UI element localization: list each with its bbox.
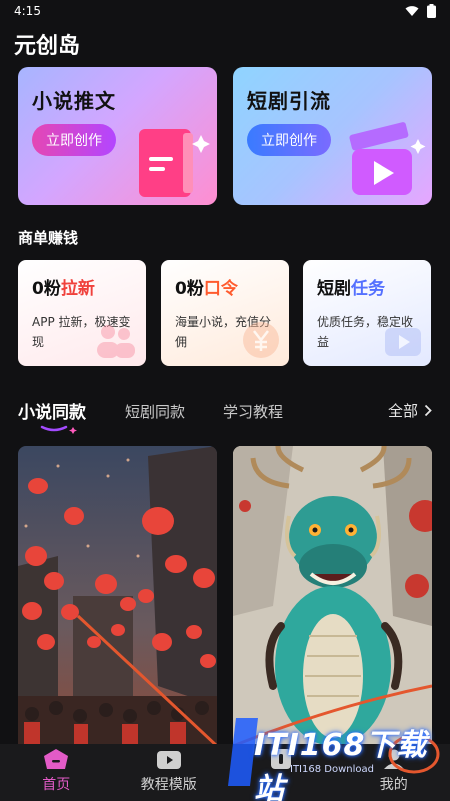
section-title: 商单赚钱 bbox=[18, 229, 79, 247]
content-tabs: 小说同款 短剧同款 学习教程 全部 bbox=[18, 398, 432, 434]
task-card-password[interactable]: 0粉口令 海量小说，充值分佣 bbox=[161, 260, 289, 366]
watermark: ITI168下载站 ITI168 Download bbox=[228, 712, 440, 801]
hero-title: 短剧引流 bbox=[247, 89, 331, 113]
tab-active-indicator bbox=[40, 425, 77, 434]
watermark-subtext: ITI168 Download bbox=[290, 764, 374, 775]
chevron-right-icon bbox=[424, 404, 432, 417]
nav-home[interactable]: 首页 bbox=[0, 744, 113, 801]
task-title: 0粉口令 bbox=[175, 279, 238, 299]
task-title: 短剧任务 bbox=[317, 279, 385, 299]
task-title: 0粉拉新 bbox=[32, 279, 95, 299]
status-bar: 4:15 bbox=[0, 0, 450, 22]
wifi-icon bbox=[405, 6, 419, 16]
watermark-text: ITI168下载站 bbox=[254, 728, 428, 801]
hero-card-short-drama[interactable]: 短剧引流 立即创作 bbox=[233, 67, 432, 205]
dragon-image bbox=[233, 446, 432, 746]
nav-tutorial-templates-label: 教程模版 bbox=[140, 777, 197, 793]
status-icons bbox=[405, 4, 436, 18]
nav-home-label: 首页 bbox=[42, 777, 71, 793]
task-card-short-drama-task[interactable]: 短剧任务 优质任务，稳定收益 bbox=[303, 260, 431, 366]
template-thumbnail-dragon[interactable] bbox=[233, 446, 432, 746]
lantern-street-image bbox=[18, 446, 217, 746]
create-now-button[interactable]: 立即创作 bbox=[247, 124, 331, 156]
status-time: 4:15 bbox=[14, 4, 41, 18]
users-icon bbox=[97, 325, 135, 358]
book-icon bbox=[139, 129, 210, 197]
tab-tutorials[interactable]: 学习教程 bbox=[223, 401, 283, 422]
yuan-coin-icon bbox=[243, 322, 279, 358]
template-thumbnail-lantern-street[interactable] bbox=[18, 446, 217, 746]
home-icon bbox=[44, 749, 69, 769]
view-all-link[interactable]: 全部 bbox=[388, 400, 432, 421]
hero-title: 小说推文 bbox=[32, 89, 116, 113]
tab-short-drama-same[interactable]: 短剧同款 bbox=[125, 401, 185, 422]
nav-tutorial-templates[interactable]: 教程模版 bbox=[113, 744, 226, 801]
clapperboard-icon bbox=[349, 122, 426, 195]
video-play-icon bbox=[385, 328, 421, 356]
task-card-pull-new[interactable]: 0粉拉新 APP 拉新，极速变现 bbox=[18, 260, 146, 366]
video-template-icon bbox=[156, 751, 181, 769]
create-now-button[interactable]: 立即创作 bbox=[32, 124, 116, 156]
battery-icon bbox=[427, 4, 436, 18]
app-title: 元创岛 bbox=[14, 34, 81, 59]
view-all-label: 全部 bbox=[387, 402, 418, 420]
tab-novel-same[interactable]: 小说同款 bbox=[18, 398, 86, 423]
hero-card-novel[interactable]: 小说推文 立即创作 bbox=[18, 67, 217, 205]
